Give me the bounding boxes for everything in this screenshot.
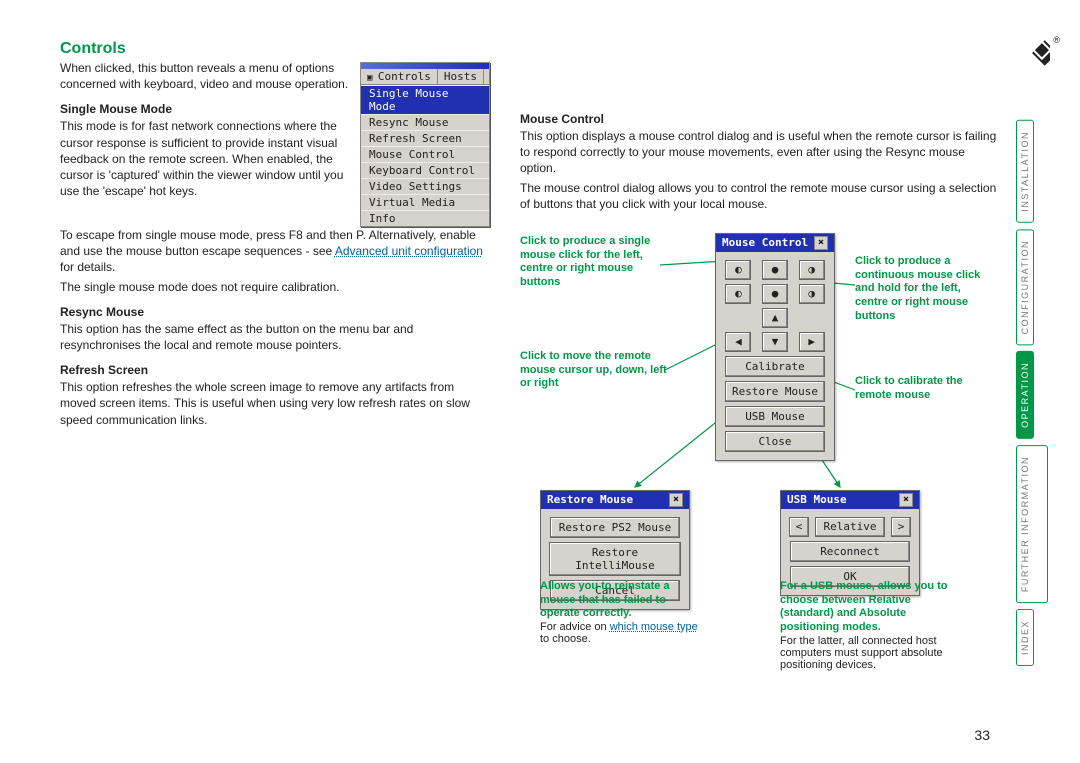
move-up-button[interactable]: ▲ bbox=[762, 308, 788, 328]
restore-ps2-button[interactable]: Restore PS2 Mouse bbox=[550, 517, 680, 538]
tab-further-information[interactable]: FURTHER INFORMATION bbox=[1016, 445, 1048, 603]
p-smm-3: The single mouse mode does not require c… bbox=[60, 279, 490, 295]
dialog-title: Mouse Control bbox=[722, 236, 808, 249]
callout-calibrate: Click to calibrate the remote mouse bbox=[855, 375, 995, 403]
callout-move: Click to move the remote mouse cursor up… bbox=[520, 350, 670, 391]
move-right-button[interactable]: ▶ bbox=[799, 332, 825, 352]
menu-tab-hosts[interactable]: Hosts bbox=[438, 69, 484, 84]
menu-item[interactable]: Refresh Screen bbox=[361, 130, 489, 146]
h-mouse-control: Mouse Control bbox=[520, 112, 1000, 126]
brand-logo: ® bbox=[1014, 35, 1060, 74]
menu-item[interactable]: Virtual Media bbox=[361, 194, 489, 210]
mouse-control-dialog: Mouse Control × ◐ ● ◑ ◐ ● ◑ ▲ bbox=[715, 233, 835, 461]
tab-installation[interactable]: INSTALLATION bbox=[1016, 120, 1034, 223]
callout-restore-advice: For advice on which mouse type to choose… bbox=[540, 621, 700, 645]
close-icon[interactable]: × bbox=[899, 493, 913, 507]
calibrate-button[interactable]: Calibrate bbox=[725, 356, 825, 377]
menu-item[interactable]: Mouse Control bbox=[361, 146, 489, 162]
tab-operation[interactable]: OPERATION bbox=[1016, 351, 1034, 439]
tab-configuration[interactable]: CONFIGURATION bbox=[1016, 229, 1034, 345]
p-resync: This option has the same effect as the b… bbox=[60, 321, 490, 353]
menu-item[interactable]: Keyboard Control bbox=[361, 162, 489, 178]
controls-menu-window: Controls Hosts Single Mouse Mode Resync … bbox=[360, 62, 490, 227]
close-button[interactable]: Close bbox=[725, 431, 825, 452]
section-heading: Controls bbox=[60, 40, 490, 58]
dialog-title: Restore Mouse bbox=[547, 493, 633, 506]
p-mc-2: The mouse control dialog allows you to c… bbox=[520, 180, 1000, 212]
mode-next-button[interactable]: > bbox=[891, 517, 911, 537]
callout-single-click: Click to produce a single mouse click fo… bbox=[520, 235, 660, 290]
hold-click-right-button[interactable]: ◑ bbox=[799, 284, 825, 304]
callout-usb-note: For the latter, all connected host compu… bbox=[780, 635, 950, 671]
hold-click-middle-button[interactable]: ● bbox=[762, 284, 788, 304]
callout-restore: Allows you to reinstate a mouse that has… bbox=[540, 580, 700, 621]
single-click-right-button[interactable]: ◑ bbox=[799, 260, 825, 280]
menu-tab-controls[interactable]: Controls bbox=[361, 69, 438, 84]
menu-item[interactable]: Info bbox=[361, 210, 489, 226]
close-icon[interactable]: × bbox=[669, 493, 683, 507]
mode-value: Relative bbox=[815, 517, 885, 537]
dialog-title: USB Mouse bbox=[787, 493, 847, 506]
h-refresh-screen: Refresh Screen bbox=[60, 363, 490, 377]
p-mc-1: This option displays a mouse control dia… bbox=[520, 128, 1000, 177]
side-navigation: INSTALLATION CONFIGURATION OPERATION FUR… bbox=[1016, 120, 1048, 672]
menu-item[interactable]: Single Mouse Mode bbox=[361, 85, 489, 114]
p-smm-1: This mode is for fast network connection… bbox=[60, 118, 350, 199]
h-resync-mouse: Resync Mouse bbox=[60, 305, 490, 319]
move-left-button[interactable]: ◀ bbox=[725, 332, 751, 352]
reconnect-button[interactable]: Reconnect bbox=[790, 541, 910, 562]
h-single-mouse-mode: Single Mouse Mode bbox=[60, 102, 350, 116]
close-icon[interactable]: × bbox=[814, 236, 828, 250]
p-refresh: This option refreshes the whole screen i… bbox=[60, 379, 490, 428]
menu-item[interactable]: Resync Mouse bbox=[361, 114, 489, 130]
menu-item[interactable]: Video Settings bbox=[361, 178, 489, 194]
move-down-button[interactable]: ▼ bbox=[762, 332, 788, 352]
restore-mouse-button[interactable]: Restore Mouse bbox=[725, 381, 825, 402]
single-click-left-button[interactable]: ◐ bbox=[725, 260, 751, 280]
p-smm-2: To escape from single mouse mode, press … bbox=[60, 227, 490, 276]
hold-click-left-button[interactable]: ◐ bbox=[725, 284, 751, 304]
callout-usb: For a USB mouse, allows you to choose be… bbox=[780, 580, 950, 635]
mode-prev-button[interactable]: < bbox=[789, 517, 809, 537]
tab-index[interactable]: INDEX bbox=[1016, 609, 1034, 666]
callout-hold-click: Click to produce a continuous mouse clic… bbox=[855, 255, 995, 324]
link-which-mouse-type[interactable]: which mouse type bbox=[610, 621, 698, 633]
single-click-middle-button[interactable]: ● bbox=[762, 260, 788, 280]
restore-intellimouse-button[interactable]: Restore IntelliMouse bbox=[549, 542, 681, 576]
link-advanced-config[interactable]: Advanced unit configuration bbox=[335, 244, 483, 258]
intro-text: When clicked, this button reveals a menu… bbox=[60, 60, 350, 92]
page-number: 33 bbox=[974, 727, 990, 743]
usb-mouse-button[interactable]: USB Mouse bbox=[725, 406, 825, 427]
